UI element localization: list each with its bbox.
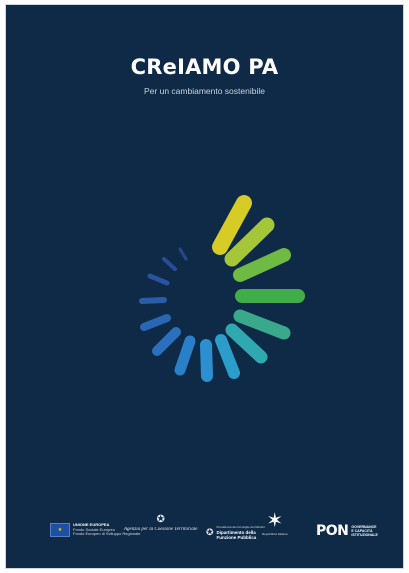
logo-ray-12	[140, 314, 171, 331]
logo-ray-6	[233, 309, 291, 340]
italian-emblem-icon: ✪	[156, 514, 165, 525]
italian-emblem-icon: ✪	[206, 527, 214, 537]
pon-line3: ISTITUZIONALE	[351, 533, 378, 537]
logo-ray-14	[147, 273, 170, 286]
cover-page: CReIAMO PA Per un cambiamento sostenibil…	[5, 4, 404, 569]
creiamo-logo	[128, 175, 308, 390]
pon-mark: PON	[316, 523, 349, 539]
logo-ray-8	[215, 334, 240, 379]
logo-ray-4	[233, 248, 291, 282]
cover-title: CReIAMO PA	[130, 55, 279, 79]
sunburst-logo-icon	[139, 179, 305, 382]
agency-logo: ✪ Agenzia per la Coesione Territoriale	[124, 514, 198, 533]
cover-subtitle: Per un cambiamento sostenibile	[144, 86, 265, 96]
agency-name: Agenzia per la Coesione Territoriale	[124, 527, 198, 532]
logo-ray-9	[200, 339, 213, 382]
republic-logo: ✶ Repubblica Italiana	[262, 511, 288, 536]
logo-ray-7	[225, 323, 268, 364]
logo-ray-15	[162, 257, 177, 271]
department-logo: ✪ Presidenza del Consiglio dei Ministri …	[206, 525, 265, 540]
eu-flag-icon: ★	[50, 523, 70, 537]
department-name2: Funzione Pubblica	[216, 535, 257, 540]
pon-logo: PON GOVERNANCE E CAPACITÀ ISTITUZIONALE	[316, 523, 378, 539]
republic-name: Repubblica Italiana	[262, 532, 288, 536]
logo-ray-13	[139, 297, 167, 304]
department-line1: Presidenza del Consiglio dei Ministri	[216, 525, 265, 529]
footer-logos: ★ UNIONE EUROPEA Fondo Sociale Europeo F…	[46, 511, 378, 543]
eu-line2: Fondo Europeo di Sviluppo Regionale	[73, 531, 141, 537]
logo-ray-16	[178, 247, 188, 261]
logo-ray-10	[174, 335, 196, 376]
logo-ray-11	[152, 327, 181, 356]
star-icon: ✶	[266, 510, 284, 532]
